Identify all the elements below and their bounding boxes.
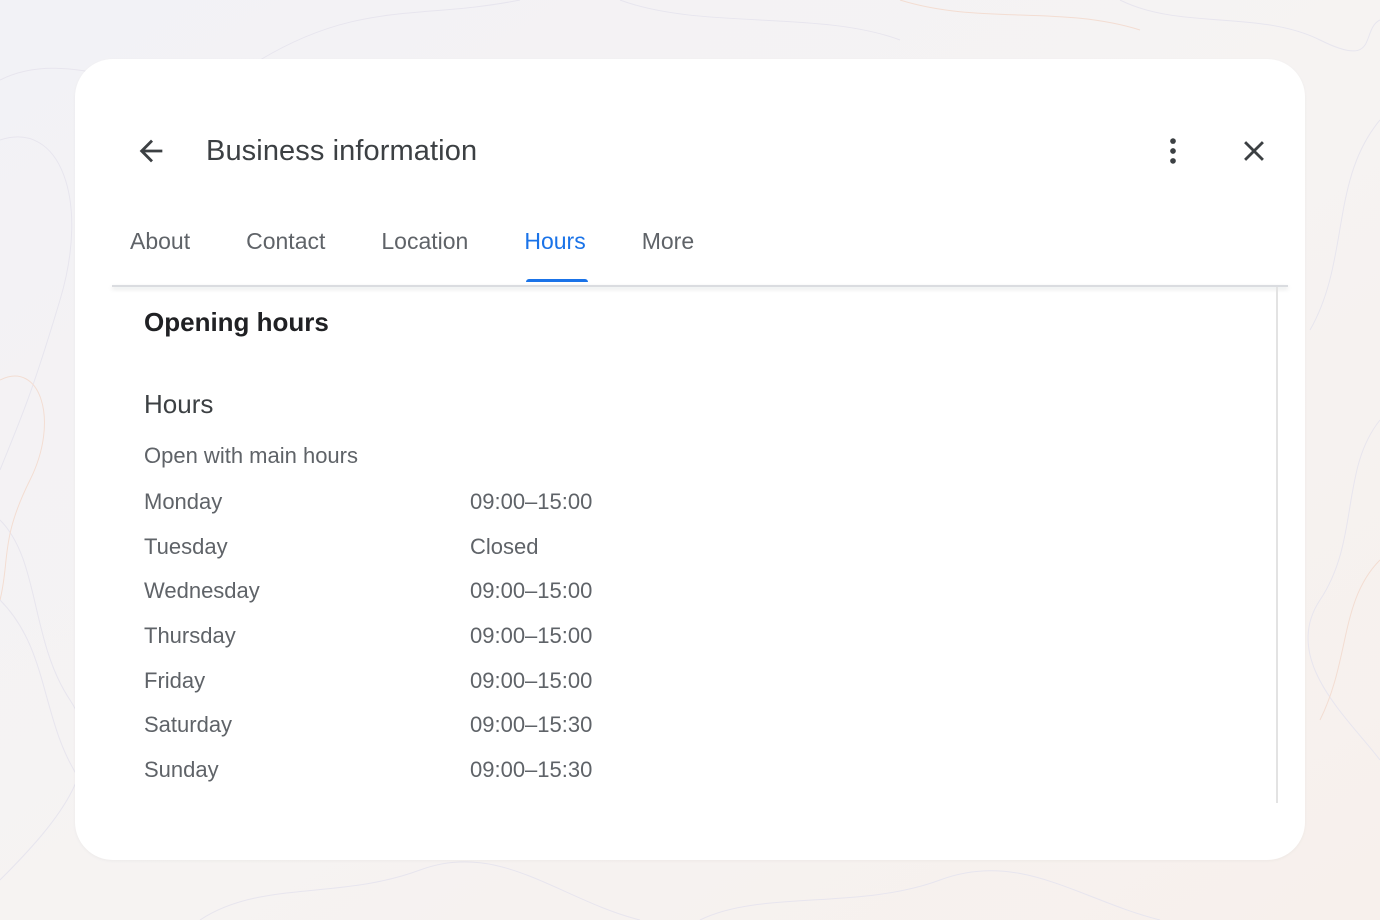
- dialog-header: Business information: [75, 59, 1305, 209]
- more-options-button[interactable]: [1153, 133, 1193, 173]
- active-tab-indicator: [526, 279, 588, 282]
- tab-location[interactable]: Location: [363, 211, 486, 285]
- hours-row: Thursday 09:00–15:00: [144, 619, 744, 664]
- hours-panel: Opening hours Hours Open with main hours…: [112, 287, 1278, 803]
- tab-label: About: [130, 228, 191, 254]
- tab-label: Location: [381, 228, 469, 254]
- tab-label: Contact: [246, 228, 326, 254]
- hours-row: Wednesday 09:00–15:00: [144, 574, 744, 619]
- day-label: Thursday: [144, 623, 236, 649]
- back-button[interactable]: [131, 133, 171, 173]
- close-icon: [1237, 134, 1271, 173]
- tab-bar: About Contact Location Hours More: [112, 211, 732, 285]
- hours-row: Sunday 09:00–15:30: [144, 753, 744, 798]
- subsection-title: Hours: [144, 389, 214, 419]
- day-label: Sunday: [144, 757, 219, 783]
- hours-row: Tuesday Closed: [144, 530, 744, 575]
- tab-hours[interactable]: Hours: [506, 211, 603, 285]
- tab-more[interactable]: More: [624, 211, 712, 285]
- day-label: Tuesday: [144, 533, 228, 559]
- close-button[interactable]: [1234, 133, 1274, 173]
- time-value: 09:00–15:00: [470, 489, 593, 514]
- time-value: 09:00–15:30: [470, 757, 593, 783]
- hours-status: Open with main hours: [144, 443, 358, 468]
- tab-label: More: [641, 228, 695, 254]
- hours-row: Friday 09:00–15:00: [144, 664, 744, 709]
- tab-label: Hours: [524, 228, 586, 254]
- day-label: Saturday: [144, 712, 233, 738]
- time-value: 09:00–15:30: [470, 712, 593, 738]
- tab-contact[interactable]: Contact: [228, 211, 343, 285]
- tab-about[interactable]: About: [112, 211, 208, 285]
- day-label: Wednesday: [144, 578, 260, 604]
- section-title: Opening hours: [144, 307, 329, 337]
- day-label: Monday: [144, 489, 223, 514]
- day-label: Friday: [144, 667, 206, 693]
- time-value: 09:00–15:00: [470, 578, 593, 604]
- time-value: Closed: [470, 533, 539, 559]
- arrow-back-icon: [134, 134, 168, 173]
- time-value: 09:00–15:00: [470, 667, 593, 693]
- hours-list: Monday 09:00–15:00 Tuesday Closed Wednes…: [144, 485, 744, 798]
- hours-row: Monday 09:00–15:00: [144, 485, 744, 530]
- more-vertical-icon: [1156, 134, 1190, 173]
- hours-row: Saturday 09:00–15:30: [144, 708, 744, 753]
- time-value: 09:00–15:00: [470, 623, 593, 649]
- dialog-title: Business information: [206, 135, 478, 167]
- business-info-dialog: Business information About Contact Locat…: [75, 59, 1305, 860]
